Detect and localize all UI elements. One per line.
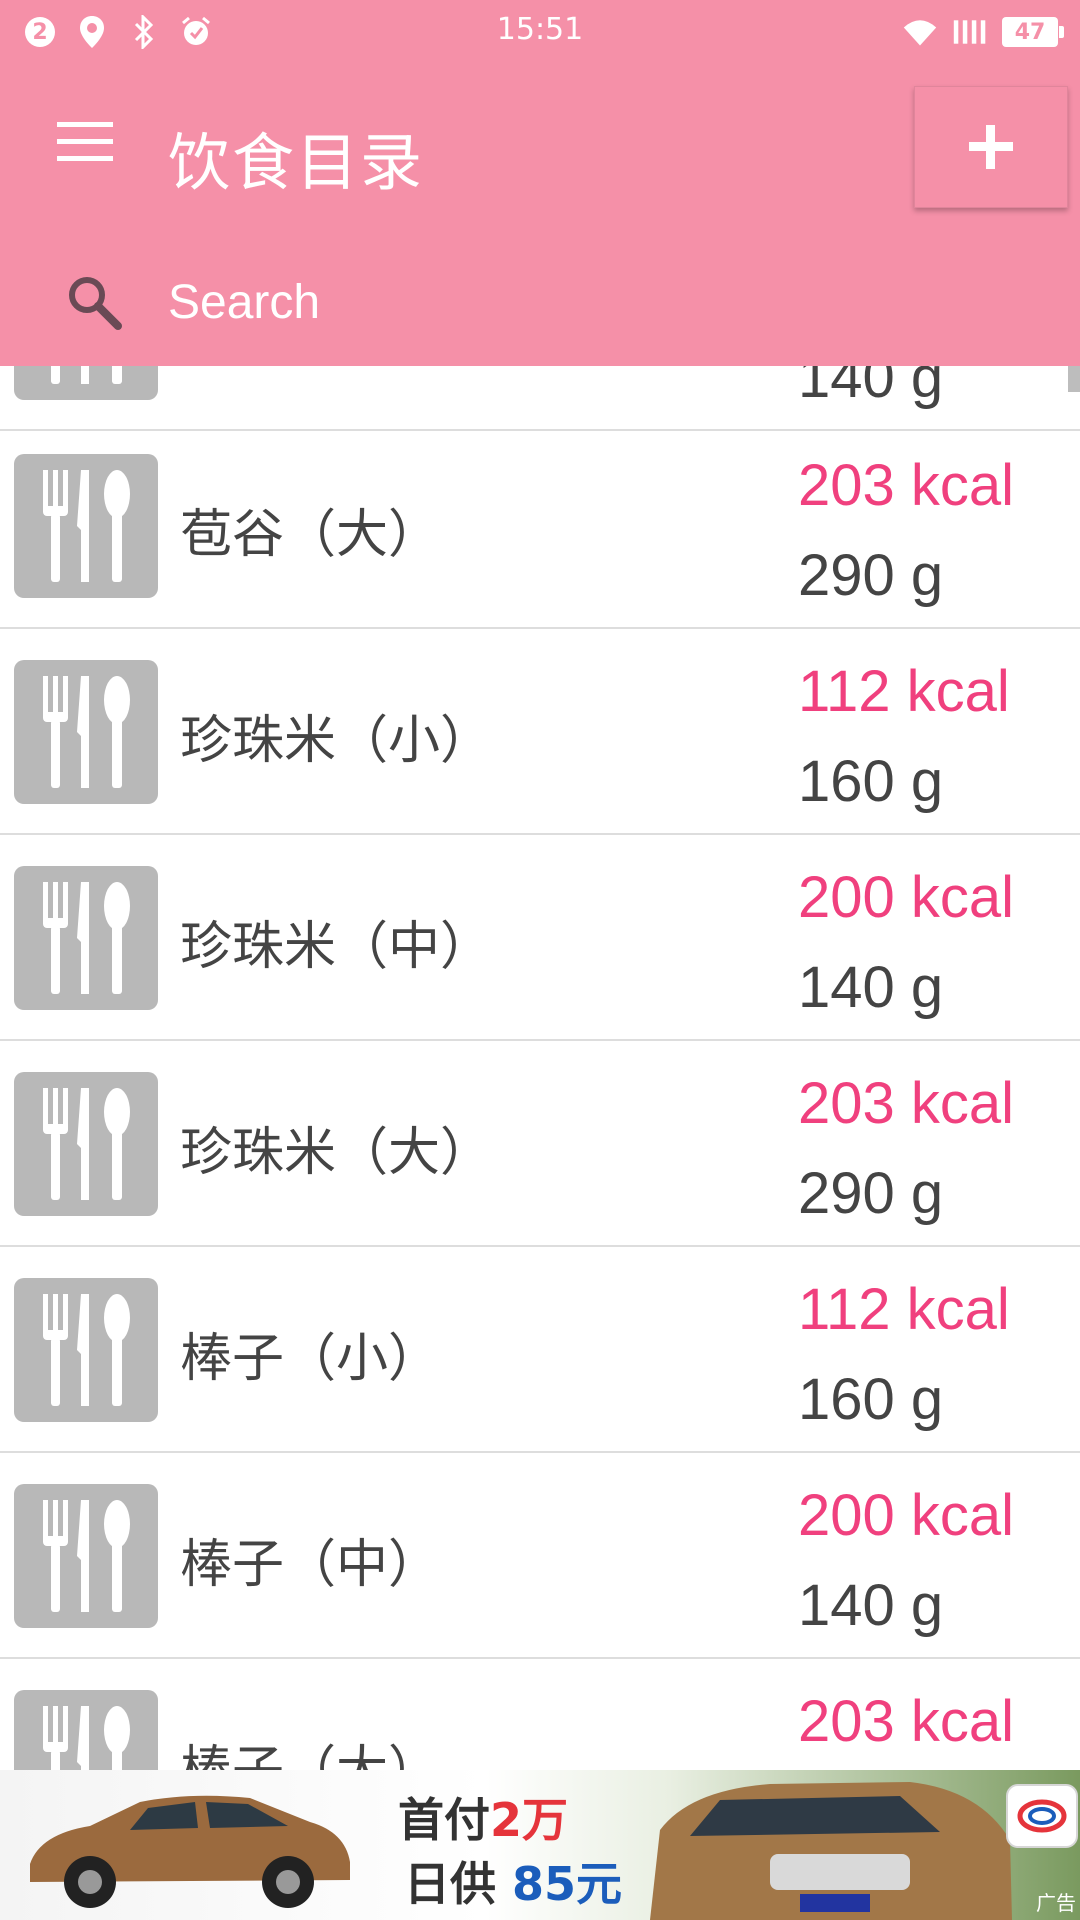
list-item[interactable]: 珍珠米（小） 112 kcal 160 g bbox=[0, 630, 1080, 835]
food-name: 棒子（大） bbox=[180, 1728, 440, 1770]
add-food-button[interactable] bbox=[914, 86, 1068, 208]
food-thumbnail bbox=[14, 866, 158, 1010]
food-thumbnail bbox=[14, 366, 158, 400]
food-grams: 290 g bbox=[798, 1161, 944, 1226]
food-grams: 290 g bbox=[798, 543, 944, 608]
list-item[interactable]: 苞谷（大） 203 kcal 290 g bbox=[0, 424, 1080, 629]
food-name: 珍珠米（大） bbox=[180, 1123, 493, 1183]
food-kcal: 200 kcal bbox=[798, 865, 1015, 930]
car-image-right bbox=[650, 1770, 1020, 1920]
ad-banner[interactable]: 首付2万 日供 85元 广告 bbox=[0, 1770, 1080, 1920]
food-kcal: 203 kcal bbox=[798, 453, 1015, 518]
cutlery-icon bbox=[43, 676, 130, 788]
food-kcal: 112 kcal bbox=[798, 1277, 1010, 1342]
list-item[interactable]: 140 g bbox=[0, 366, 1080, 431]
ad-tag: 广告 bbox=[1036, 1891, 1076, 1915]
battery-icon: 47 bbox=[1002, 17, 1064, 47]
ad-line-1: 首付2万 bbox=[398, 1793, 569, 1847]
food-name: 珍珠米（中） bbox=[180, 917, 493, 977]
app-header: 2 15:51 47 饮食目录 Search bbox=[0, 0, 1080, 366]
food-grams: 140 g bbox=[798, 1573, 944, 1638]
search-input[interactable] bbox=[168, 270, 968, 334]
cutlery-icon bbox=[43, 1088, 130, 1200]
list-item[interactable]: 珍珠米（中） 200 kcal 140 g bbox=[0, 836, 1080, 1041]
food-thumbnail bbox=[14, 660, 158, 804]
food-list: 140 g 苞谷（大） 203 kcal 290 g 珍珠米（小） 112 kc… bbox=[0, 366, 1080, 1770]
food-name: 珍珠米（小） bbox=[180, 711, 493, 771]
food-name: 棒子（小） bbox=[180, 1329, 441, 1389]
cutlery-icon bbox=[43, 1706, 130, 1770]
list-item[interactable]: 棒子（大） 203 kcal bbox=[0, 1660, 1080, 1770]
car-image-left bbox=[20, 1784, 360, 1918]
brand-logo bbox=[1006, 1784, 1078, 1848]
cutlery-icon bbox=[51, 366, 122, 384]
food-grams: 140 g bbox=[798, 366, 944, 410]
wifi-icon bbox=[902, 14, 938, 50]
status-bar: 2 15:51 47 bbox=[0, 0, 1080, 66]
cutlery-icon bbox=[43, 1500, 130, 1612]
toolbar: 饮食目录 bbox=[0, 66, 1080, 236]
hamburger-menu-icon[interactable] bbox=[40, 106, 130, 178]
plus-icon bbox=[969, 125, 1013, 169]
list-item[interactable]: 棒子（小） 112 kcal 160 g bbox=[0, 1248, 1080, 1453]
food-grams: 140 g bbox=[798, 955, 944, 1020]
battery-level: 47 bbox=[1014, 19, 1046, 45]
food-thumbnail bbox=[14, 1690, 158, 1770]
food-thumbnail bbox=[14, 454, 158, 598]
search-icon[interactable] bbox=[64, 272, 124, 332]
list-item[interactable]: 珍珠米（大） 203 kcal 290 g bbox=[0, 1042, 1080, 1247]
cutlery-icon bbox=[43, 1294, 130, 1406]
cutlery-icon bbox=[43, 882, 130, 994]
page-title: 饮食目录 bbox=[168, 126, 425, 199]
food-kcal: 203 kcal bbox=[798, 1071, 1015, 1136]
search-bar bbox=[0, 250, 1080, 350]
ad-line-2: 日供 85元 bbox=[404, 1857, 623, 1911]
list-item[interactable]: 棒子（中） 200 kcal 140 g bbox=[0, 1454, 1080, 1659]
signal-icon bbox=[952, 14, 988, 50]
cutlery-icon bbox=[43, 470, 130, 582]
food-name: 棒子（中） bbox=[180, 1535, 441, 1595]
scrollbar-thumb[interactable] bbox=[1068, 366, 1080, 392]
food-kcal: 200 kcal bbox=[798, 1483, 1015, 1548]
food-grams: 160 g bbox=[798, 1367, 944, 1432]
food-grams: 160 g bbox=[798, 749, 944, 814]
food-kcal: 203 kcal bbox=[798, 1689, 1015, 1754]
app-screen: 2 15:51 47 饮食目录 Search 140 g 苞谷（大） 203 k… bbox=[0, 0, 1080, 1920]
food-thumbnail bbox=[14, 1278, 158, 1422]
food-thumbnail bbox=[14, 1484, 158, 1628]
food-thumbnail bbox=[14, 1072, 158, 1216]
food-name: 苞谷（大） bbox=[180, 505, 441, 565]
status-icons-right: 47 bbox=[902, 14, 1064, 50]
food-kcal: 112 kcal bbox=[798, 659, 1010, 724]
